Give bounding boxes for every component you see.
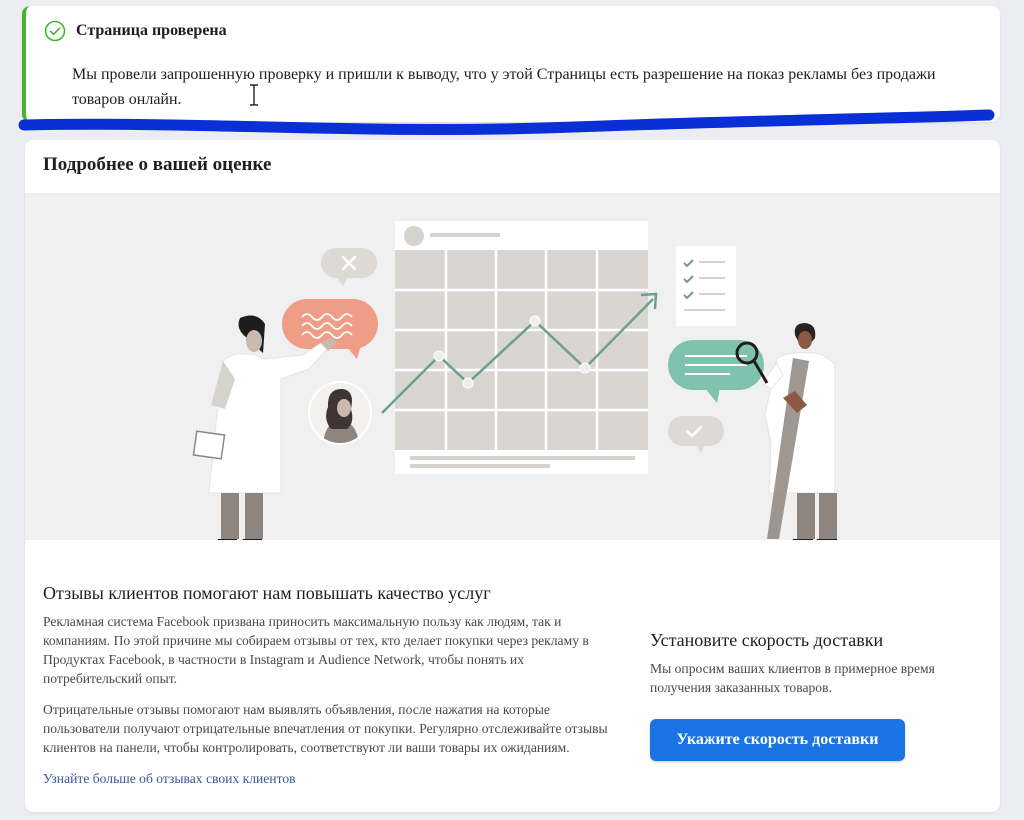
analytics-illustration — [25, 193, 1000, 540]
check-circle-icon — [44, 20, 66, 42]
reviews-section: Отзывы клиентов помогают нам повышать ка… — [43, 583, 623, 788]
learn-more-reviews-link[interactable]: Узнайте больше об отзывах своих клиентов — [43, 771, 296, 787]
reject-bubble-icon — [321, 248, 377, 286]
assessment-title: Подробнее о вашей оценке — [43, 154, 272, 175]
delivery-text: Мы опросим ваших клиентов в примерное вр… — [650, 661, 935, 695]
assessment-card: Подробнее о вашей оценке Отзывы клиентов… — [25, 140, 1000, 812]
feedback-bubble-icon — [282, 299, 378, 359]
customer-avatar — [308, 381, 372, 445]
delivery-heading: Установите скорость доставки — [650, 630, 884, 650]
set-delivery-speed-button[interactable]: Укажите скорость доставки — [650, 719, 905, 761]
reviews-paragraph-2: Отрицательные отзывы помогают нам выявля… — [43, 702, 608, 755]
delivery-section: Установите скорость доставки Мы опросим … — [650, 630, 980, 761]
notice-header: Страница проверена — [44, 20, 227, 42]
marker-underline — [18, 109, 995, 135]
notice-title: Страница проверена — [76, 22, 227, 39]
approve-bubble-icon — [668, 416, 724, 453]
reviews-heading: Отзывы клиентов помогают нам повышать ка… — [43, 583, 491, 603]
checklist-card — [676, 246, 736, 326]
dashboard-panel — [395, 221, 648, 474]
chat-bubble-icon — [668, 340, 764, 403]
reviews-paragraph-1: Рекламная система Facebook призвана прин… — [43, 614, 589, 686]
text-cursor-icon — [250, 84, 258, 106]
